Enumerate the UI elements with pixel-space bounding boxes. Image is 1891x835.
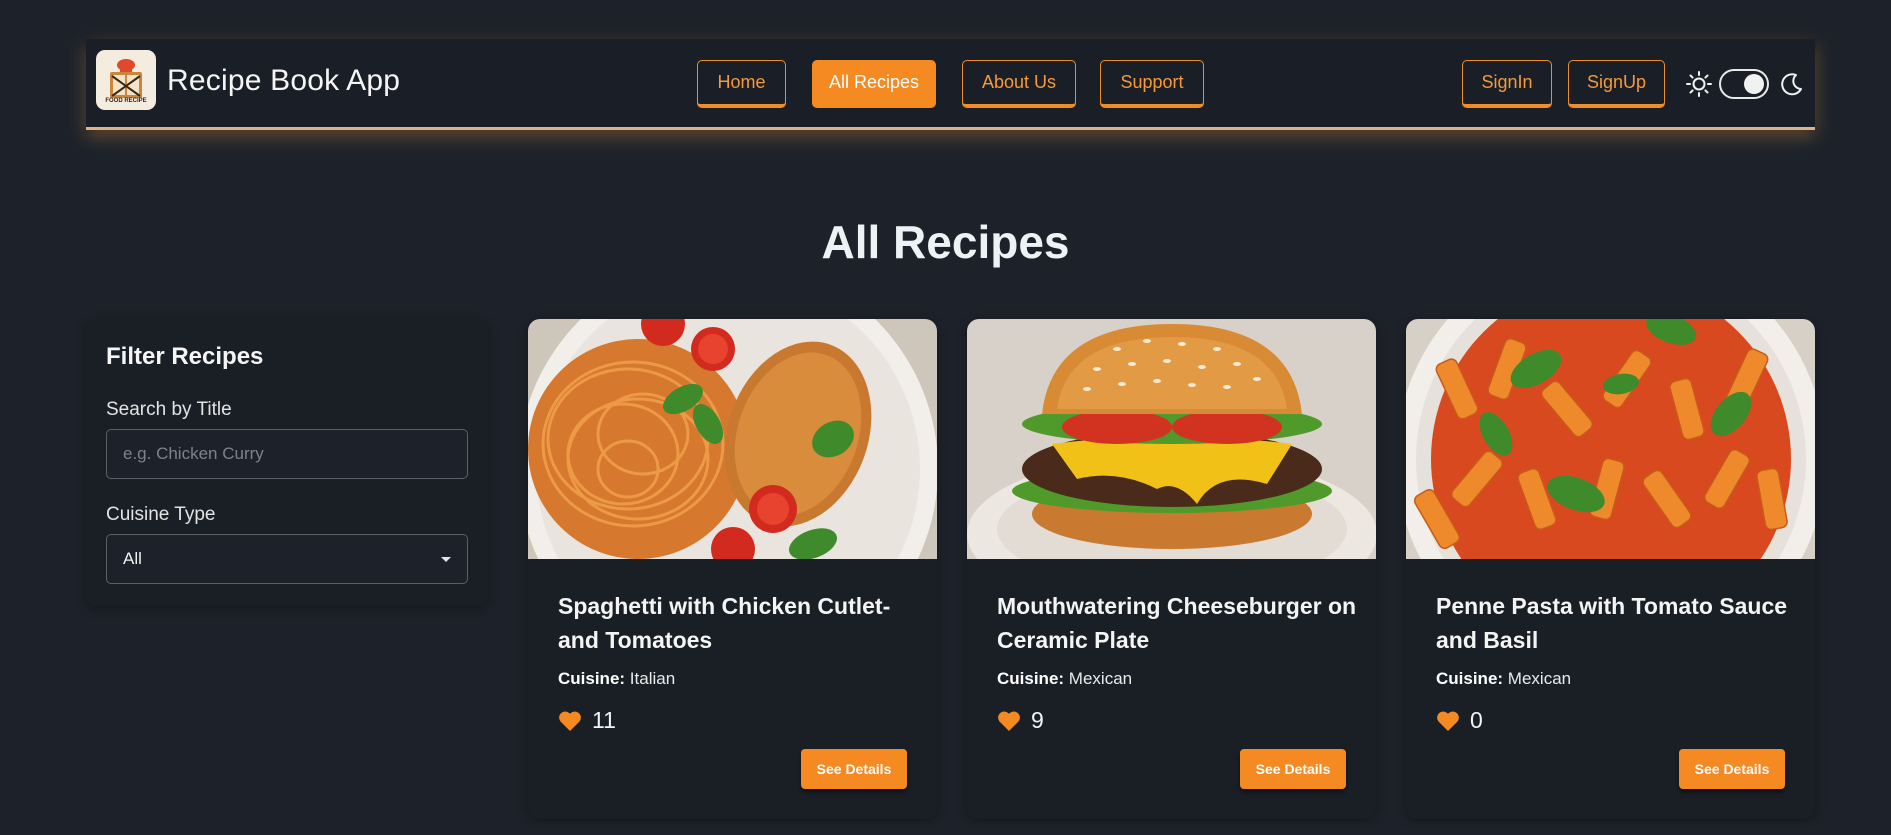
- recipe-title[interactable]: Mouthwatering Cheeseburger on Ceramic Pl…: [997, 589, 1357, 657]
- like-count: 0: [1470, 707, 1483, 733]
- navbar: FOOD RECIPE Recipe Book App Home All Rec…: [86, 39, 1815, 130]
- cuisine-key: Cuisine:: [997, 669, 1065, 688]
- cuisine-value: Mexican: [1068, 669, 1133, 688]
- cuisine-value: Italian: [629, 669, 676, 688]
- recipe-card: Penne Pasta with Tomato Sauce and Basil …: [1406, 319, 1815, 819]
- recipe-image-spaghetti: [528, 319, 937, 559]
- heart-icon[interactable]: [997, 710, 1021, 732]
- moon-icon: [1781, 73, 1802, 96]
- cuisine-label: Cuisine Type: [106, 504, 216, 525]
- recipe-cuisine: Cuisine: Mexican: [997, 669, 1132, 689]
- filter-panel: Filter Recipes Search by Title Cuisine T…: [86, 319, 488, 606]
- recipe-card: Spaghetti with Chicken Cutlet-and Tomato…: [528, 319, 937, 819]
- recipe-image-penne: [1406, 319, 1815, 559]
- signup-button[interactable]: SignUp: [1568, 60, 1665, 108]
- see-details-button[interactable]: See Details: [801, 749, 907, 789]
- recipe-card: Mouthwatering Cheeseburger on Ceramic Pl…: [967, 319, 1376, 819]
- nav-all-recipes-button[interactable]: All Recipes: [812, 60, 936, 108]
- like-count: 11: [592, 707, 616, 733]
- signin-button[interactable]: SignIn: [1462, 60, 1552, 108]
- recipe-likes: 0: [1436, 707, 1483, 734]
- cuisine-key: Cuisine:: [1436, 669, 1504, 688]
- like-count: 9: [1031, 707, 1044, 733]
- theme-toggle[interactable]: [1719, 69, 1769, 99]
- search-input[interactable]: [106, 429, 468, 479]
- see-details-button[interactable]: See Details: [1240, 749, 1346, 789]
- recipe-title[interactable]: Spaghetti with Chicken Cutlet-and Tomato…: [558, 589, 918, 657]
- logo-text: FOOD RECIPE: [105, 98, 147, 104]
- nav-home-button[interactable]: Home: [697, 60, 786, 108]
- nav-support-button[interactable]: Support: [1100, 60, 1204, 108]
- recipe-cuisine: Cuisine: Mexican: [1436, 669, 1571, 689]
- heart-icon[interactable]: [1436, 710, 1460, 732]
- cuisine-key: Cuisine:: [558, 669, 626, 688]
- search-label: Search by Title: [106, 399, 232, 420]
- recipe-likes: 9: [997, 707, 1044, 734]
- nav-about-button[interactable]: About Us: [962, 60, 1076, 108]
- recipe-likes: 11: [558, 707, 616, 734]
- filter-title: Filter Recipes: [106, 343, 264, 370]
- cuisine-select[interactable]: All: [106, 534, 468, 584]
- app-name[interactable]: Recipe Book App: [167, 64, 400, 98]
- caret-down-icon: [441, 556, 451, 562]
- recipe-title[interactable]: Penne Pasta with Tomato Sauce and Basil: [1436, 589, 1796, 657]
- cuisine-value: Mexican: [1507, 669, 1572, 688]
- heart-icon[interactable]: [558, 710, 582, 732]
- app-logo[interactable]: FOOD RECIPE: [96, 50, 156, 110]
- theme-toggle-knob: [1744, 74, 1764, 94]
- cuisine-select-value: All: [123, 549, 142, 568]
- see-details-button[interactable]: See Details: [1679, 749, 1785, 789]
- page-title: All Recipes: [821, 216, 1070, 268]
- recipe-image-cheeseburger: [967, 319, 1376, 559]
- sun-icon: [1686, 71, 1712, 97]
- recipe-cuisine: Cuisine: Italian: [558, 669, 675, 689]
